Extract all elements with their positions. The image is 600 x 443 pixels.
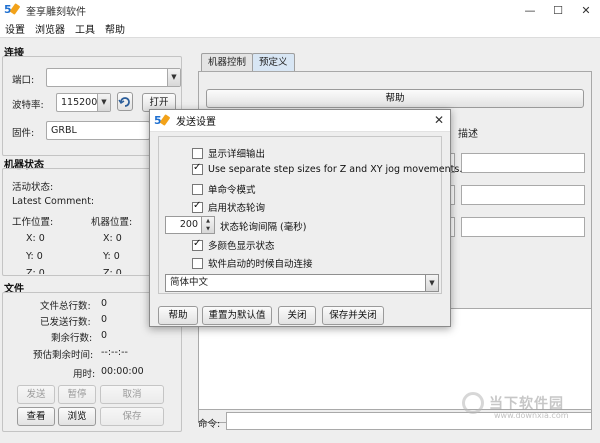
work-y-value: Y: 0 — [26, 251, 43, 262]
chevron-down-icon: ▼ — [167, 69, 180, 86]
total-lines-label: 文件总行数: — [40, 301, 91, 312]
window-title: 奎享雕刻软件 — [26, 6, 86, 18]
option-multicolor-status[interactable]: 多颜色显示状态 — [192, 238, 275, 252]
option-verbose-output[interactable]: 显示详细输出 — [192, 146, 265, 160]
watermark-text: 当下软件园 — [489, 396, 564, 412]
save-file-button[interactable]: 保存 — [100, 407, 164, 426]
send-button[interactable]: 发送 — [17, 385, 55, 404]
latest-comment-label: Latest Comment: — [12, 196, 95, 207]
checkbox[interactable] — [192, 183, 203, 195]
firmware-select[interactable]: GRBL — [46, 121, 150, 140]
sent-lines-value: 0 — [101, 314, 108, 325]
minimize-button[interactable]: — — [516, 0, 544, 20]
macro-description-field[interactable] — [461, 153, 585, 173]
machine-z-value: Z: 0 — [103, 268, 122, 274]
work-z-value: Z: 0 — [26, 268, 45, 274]
language-select[interactable]: 简体中文 ▼ — [165, 274, 439, 292]
poll-interval-label: 状态轮询间隔 (毫秒) — [220, 222, 307, 233]
remaining-lines-label: 剩余行数: — [51, 333, 93, 344]
firmware-label: 固件: — [12, 128, 35, 139]
option-single-step-mode[interactable]: 单命令模式 — [192, 182, 256, 196]
work-x-value: X: 0 — [26, 233, 45, 244]
sent-lines-label: 已发送行数: — [40, 317, 91, 328]
remaining-lines-value: 0 — [101, 330, 108, 341]
maximize-button[interactable]: ☐ — [544, 0, 572, 20]
cancel-button[interactable]: 取消 — [100, 385, 164, 404]
dialog-body: 显示详细输出 Use separate step sizes for Z and… — [150, 132, 462, 326]
watermark-url: www.downxia.com — [494, 411, 569, 420]
option-auto-connect[interactable]: 软件启动的时候自动连接 — [192, 256, 313, 270]
watermark-logo-icon — [462, 392, 484, 414]
port-label: 端口: — [12, 75, 35, 86]
tab-machine-control[interactable]: 机器控制 — [201, 53, 254, 71]
machine-position-label: 机器位置: — [91, 217, 133, 228]
menu-settings[interactable]: 设置 — [0, 21, 30, 36]
dialog-help-button[interactable]: 帮助 — [158, 306, 198, 325]
app-logo-icon: 5 — [154, 114, 170, 128]
menu-bar: 设置 浏览器 工具 帮助 — [0, 20, 600, 38]
chevron-down-icon: ▼ — [425, 275, 438, 291]
view-button[interactable]: 查看 — [17, 407, 55, 426]
save-and-close-button[interactable]: 保存并关闭 — [322, 306, 384, 325]
macro-help-button[interactable]: 帮助 — [206, 89, 584, 108]
macro-description-field[interactable] — [461, 185, 585, 205]
total-lines-value: 0 — [101, 298, 108, 309]
macro-description-header: 描述 — [458, 129, 478, 140]
title-bar: 5 奎享雕刻软件 — ☐ ✕ — [0, 0, 600, 20]
menu-help[interactable]: 帮助 — [100, 21, 130, 36]
checkbox-checked[interactable] — [192, 162, 203, 175]
reset-defaults-button[interactable]: 重置为默认值 — [202, 306, 272, 325]
baud-rate-select[interactable]: 115200 ▼ — [56, 93, 111, 112]
spinner-up-icon[interactable]: ▲ — [202, 217, 214, 225]
option-status-polling[interactable]: 启用状态轮询 — [192, 200, 265, 214]
est-remaining-value: --:--:-- — [101, 347, 128, 358]
browse-button[interactable]: 浏览 — [58, 407, 96, 426]
control-tabs: 机器控制 预定义 — [201, 53, 295, 71]
close-window-button[interactable]: ✕ — [572, 0, 600, 20]
dialog-close-icon[interactable]: ✕ — [434, 113, 444, 127]
port-select[interactable]: ▼ — [46, 68, 181, 87]
dialog-title-bar: 5 发送设置 ✕ — [150, 110, 450, 132]
app-logo-icon: 5 — [4, 3, 20, 17]
poll-interval-spinner[interactable]: 200 ▲ ▼ — [165, 216, 215, 234]
work-position-label: 工作位置: — [12, 217, 54, 228]
refresh-icon — [118, 97, 130, 107]
checkbox[interactable] — [192, 257, 203, 269]
dialog-title: 发送设置 — [176, 117, 216, 128]
tab-macros[interactable]: 预定义 — [252, 53, 295, 71]
baud-label: 波特率: — [12, 100, 44, 111]
checkbox-checked[interactable] — [192, 238, 203, 251]
macro-description-field[interactable] — [461, 217, 585, 237]
menu-browser[interactable]: 浏览器 — [30, 21, 70, 36]
dialog-close-button[interactable]: 关闭 — [278, 306, 316, 325]
time-used-value: 00:00:00 — [101, 366, 144, 377]
chevron-down-icon: ▼ — [97, 94, 110, 111]
refresh-ports-button[interactable] — [117, 92, 133, 111]
checkbox-checked[interactable] — [192, 200, 203, 213]
send-settings-dialog: 5 发送设置 ✕ 显示详细输出 Use separate step sizes … — [149, 109, 462, 327]
machine-x-value: X: 0 — [103, 233, 122, 244]
spinner-down-icon[interactable]: ▼ — [202, 225, 214, 233]
menu-tools[interactable]: 工具 — [70, 21, 100, 36]
pause-button[interactable]: 暂停 — [58, 385, 96, 404]
command-label: 命令: — [198, 419, 221, 430]
machine-y-value: Y: 0 — [103, 251, 120, 262]
est-remaining-label: 预估剩余时间: — [33, 350, 94, 361]
active-state-label: 活动状态: — [12, 182, 54, 193]
time-used-label: 用时: — [73, 369, 96, 380]
option-separate-step-sizes[interactable]: Use separate step sizes for Z and XY jog… — [192, 162, 462, 175]
checkbox[interactable] — [192, 147, 203, 159]
